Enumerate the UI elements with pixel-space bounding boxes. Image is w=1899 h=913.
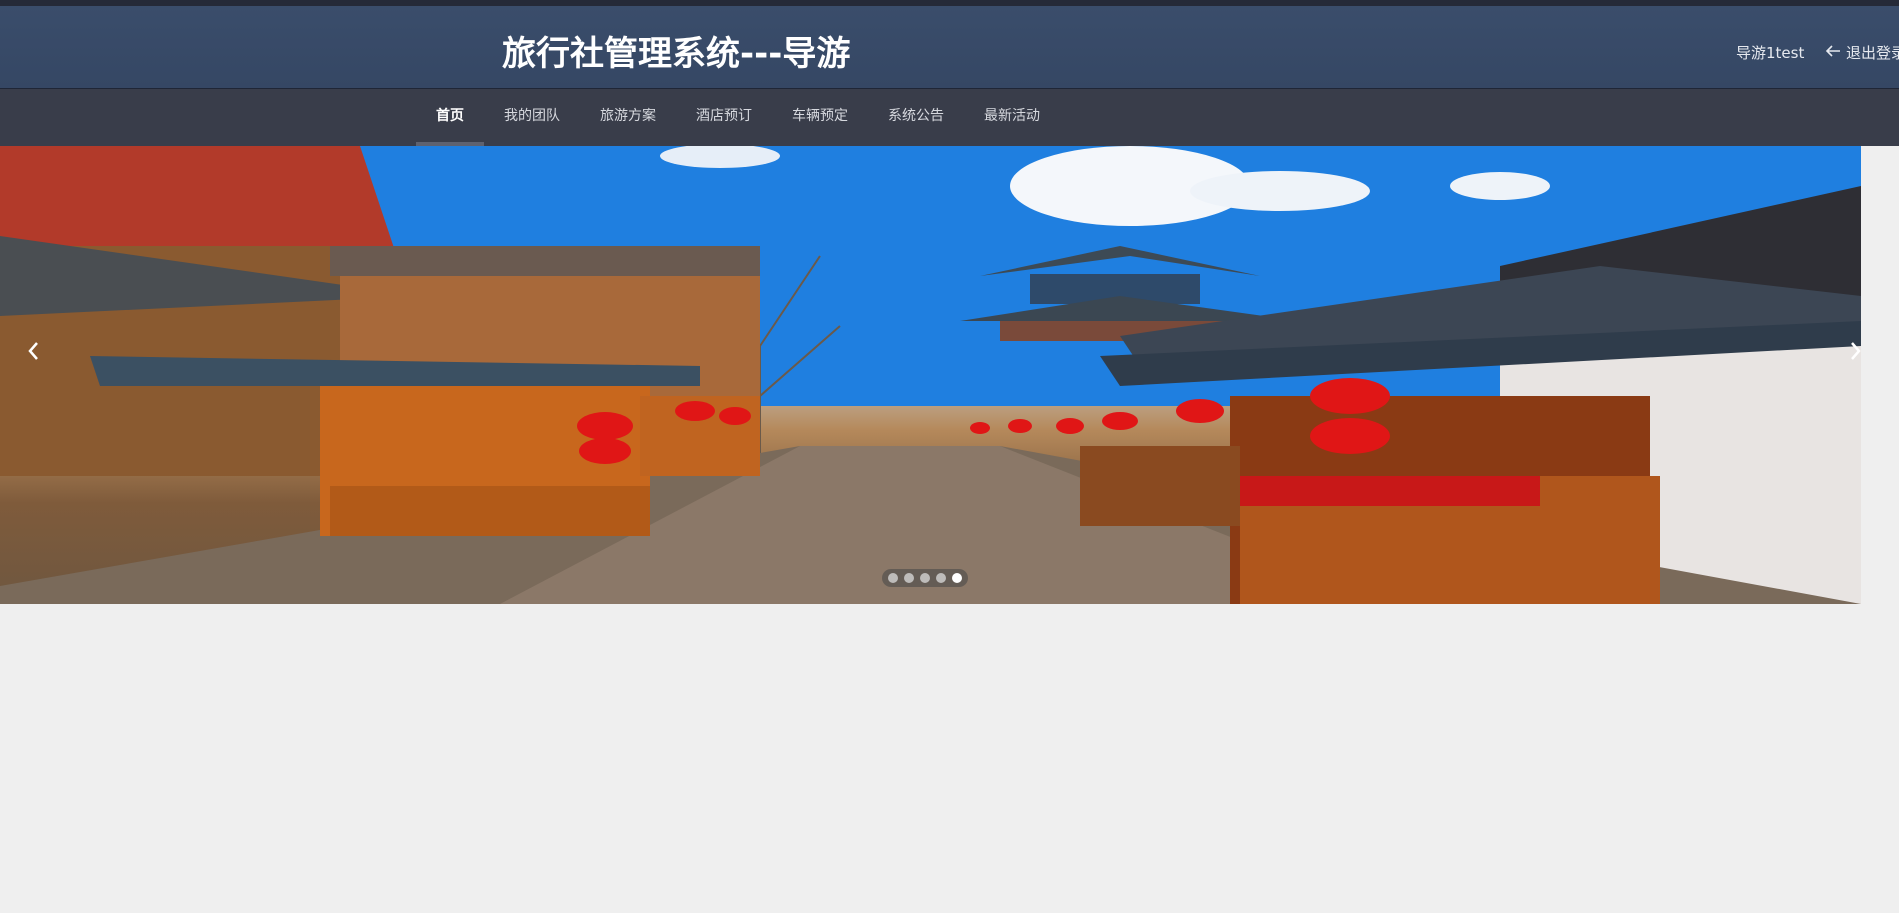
carousel-indicator[interactable] xyxy=(936,573,946,583)
nav-item-my-team[interactable]: 我的团队 xyxy=(484,89,580,146)
banner-image xyxy=(0,146,1861,604)
nav-item-home[interactable]: 首页 xyxy=(416,89,484,146)
site-title: 旅行社管理系统---导游 xyxy=(502,34,851,74)
nav-item-vehicle-booking[interactable]: 车辆预定 xyxy=(772,89,868,146)
chevron-right-icon xyxy=(1851,342,1861,360)
chevron-left-icon xyxy=(28,342,38,360)
nav-item-travel-plans[interactable]: 旅游方案 xyxy=(580,89,676,146)
banner-carousel[interactable] xyxy=(0,146,1861,604)
header-bar: 旅行社管理系统---导游 导游1test 退出登录 xyxy=(0,6,1899,89)
carousel-prev-button[interactable] xyxy=(18,336,48,366)
carousel-indicator[interactable] xyxy=(888,573,898,583)
main-nav: 首页 我的团队 旅游方案 酒店预订 车辆预定 系统公告 最新活动 xyxy=(0,89,1899,146)
carousel-indicator[interactable] xyxy=(920,573,930,583)
user-name-link[interactable]: 导游1test xyxy=(1736,42,1804,63)
carousel-next-button[interactable] xyxy=(1841,336,1861,366)
nav-item-announcements[interactable]: 系统公告 xyxy=(868,89,964,146)
logout-label: 退出登录 xyxy=(1846,44,1899,62)
nav-item-latest-events[interactable]: 最新活动 xyxy=(964,89,1060,146)
logout-link[interactable]: 退出登录 xyxy=(1825,42,1899,63)
carousel-indicator-active[interactable] xyxy=(952,573,962,583)
carousel-indicator[interactable] xyxy=(904,573,914,583)
nav-item-hotel-booking[interactable]: 酒店预订 xyxy=(676,89,772,146)
carousel-indicators xyxy=(882,569,968,587)
arrow-left-icon xyxy=(1825,44,1841,62)
